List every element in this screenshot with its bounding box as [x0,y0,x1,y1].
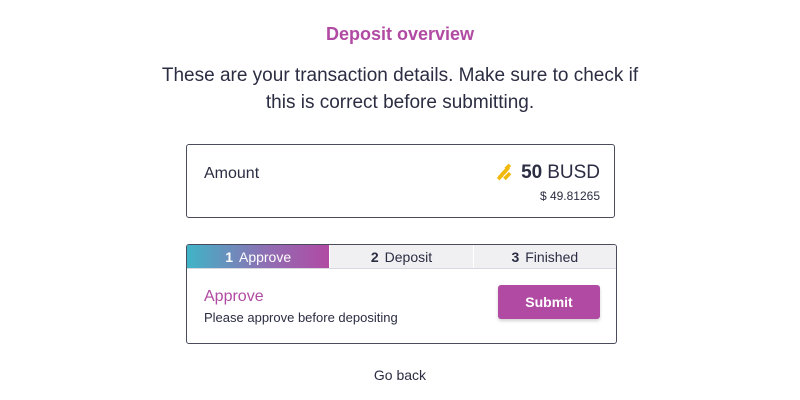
submit-button[interactable]: Submit [498,285,600,319]
page-title: Deposit overview [325,24,475,44]
step-finished[interactable]: 3 Finished [472,245,616,268]
step-label: Approve [238,248,292,265]
go-back-link[interactable]: Go back [374,367,426,383]
step-deposit[interactable]: 2 Deposit [329,245,473,268]
step-number: 2 [370,248,379,265]
approve-heading: Approve [204,288,264,305]
amount-currency: BUSD [547,162,600,183]
page-subtitle: These are your transaction details. Make… [161,65,639,113]
deposit-overview-page: Deposit overview These are your transact… [0,0,800,400]
amount-number: 50 [521,162,543,183]
go-back-row: Go back [0,367,800,383]
busd-token-icon [495,163,515,183]
step-number: 3 [511,248,520,265]
amount-value-row: 50 BUSD [495,162,600,184]
amount-label: Amount [204,165,260,182]
step-label: Deposit [384,248,433,265]
steps-card: 1 Approve 2 Deposit 3 Finished Approve P… [186,244,617,344]
amount-usd-value: $ 49.81265 [539,189,600,203]
stepper: 1 Approve 2 Deposit 3 Finished [187,245,616,269]
step-label: Finished [525,248,579,265]
approve-description: Please approve before depositing [204,310,398,325]
step-approve[interactable]: 1 Approve [187,245,330,268]
step-number: 1 [225,248,233,265]
amount-card: Amount 50 BUSD $ 49.81265 [186,144,615,218]
